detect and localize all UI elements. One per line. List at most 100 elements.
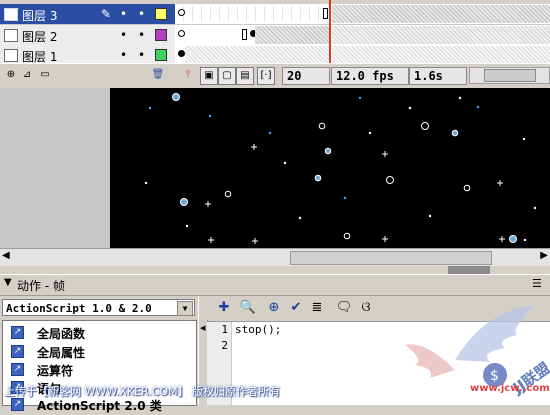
actions-panel-header[interactable]: ▼ 动作 - 帧 ☰ xyxy=(0,274,550,296)
star-dot xyxy=(523,238,527,242)
layer-color-swatch[interactable] xyxy=(155,29,167,41)
edit-multiple-icon[interactable]: ▤ xyxy=(236,67,254,85)
pencil-icon: ✎ xyxy=(101,7,112,21)
book-icon: ↗ xyxy=(11,398,24,411)
scroll-left-icon[interactable]: ◀ xyxy=(2,250,10,261)
scroll-right-icon[interactable]: ▶ xyxy=(540,250,548,261)
star-sparkle xyxy=(251,144,257,150)
star-dot xyxy=(268,131,272,135)
timeline-toolbar: ⊕ ⊿ ▭ 🗑 ⫯ ▣ ▢ ▤ [·] 20 12.0 fps 1.6s xyxy=(0,63,550,88)
layer-row-3[interactable]: 图层 3 ✎ • • xyxy=(0,4,175,25)
star-ring xyxy=(172,93,180,101)
layer-name: 图层 2 xyxy=(22,30,58,44)
toolbox-item[interactable]: ↗ 全局属性 xyxy=(7,342,192,362)
line-number: 1 xyxy=(221,323,228,336)
toolbox-item[interactable]: ↗ 运算符 xyxy=(7,360,192,380)
star-dot xyxy=(144,181,148,185)
timeline-panel: 图层 3 ✎ • • 图层 2 • • 图层 1 • • ⊕ ⊿ ▭ 🗑 ⫯ ▣… xyxy=(0,0,550,88)
star-ring xyxy=(421,122,429,130)
visibility-dot-icon[interactable]: • xyxy=(120,28,127,42)
keyframe-end[interactable] xyxy=(323,8,328,19)
upload-credit-text: 上传于【新客网 WWW.XKER.COM】 版权归原作者所有 xyxy=(4,385,281,398)
watermark-url: www.jcw..com xyxy=(470,383,550,394)
keyframe-empty[interactable] xyxy=(178,9,185,16)
keyframe-empty[interactable] xyxy=(178,30,185,37)
star-dot xyxy=(148,106,152,110)
lock-dot-icon[interactable]: • xyxy=(138,7,145,21)
visibility-dot-icon[interactable]: • xyxy=(120,48,127,62)
star-ring xyxy=(324,147,332,155)
star-ring xyxy=(451,129,459,137)
stage-horizontal-scrollbar[interactable]: ◀ ▶ xyxy=(0,248,550,267)
panel-splitter[interactable] xyxy=(0,266,550,274)
star-ring xyxy=(314,174,322,182)
book-icon: ↗ xyxy=(11,345,24,358)
star-ring xyxy=(386,176,394,184)
stage-stars xyxy=(144,93,537,244)
star-ring xyxy=(463,184,471,192)
star-ring xyxy=(343,232,351,240)
keyframe-end[interactable] xyxy=(242,29,247,40)
layer-row-2[interactable]: 图层 2 • • xyxy=(0,25,175,46)
star-dot xyxy=(208,114,212,118)
star-sparkle xyxy=(208,237,214,243)
star-dot xyxy=(283,161,287,165)
keyframe-filled[interactable] xyxy=(178,50,185,57)
star-dot xyxy=(522,137,526,141)
star-sparkle xyxy=(382,151,388,157)
chevron-down-icon[interactable]: ▼ xyxy=(177,301,193,316)
star-ring xyxy=(224,190,232,198)
modify-markers-icon[interactable]: [·] xyxy=(257,67,275,85)
star-sparkle xyxy=(497,180,503,186)
star-dot xyxy=(408,106,412,110)
onion-outline-icon[interactable]: ▢ xyxy=(218,67,236,85)
star-dot xyxy=(476,105,480,109)
star-dot xyxy=(533,206,537,210)
layer-3-frames[interactable] xyxy=(175,4,550,25)
layer-icon xyxy=(4,49,18,62)
layer-color-swatch[interactable] xyxy=(155,49,167,61)
book-icon: ↗ xyxy=(11,363,24,376)
star-sparkle xyxy=(499,236,505,242)
frame-rate-field: 12.0 fps xyxy=(331,67,409,85)
trash-icon[interactable]: 🗑 xyxy=(150,67,166,83)
layer-icon xyxy=(4,29,18,42)
elapsed-time-field: 1.6s xyxy=(409,67,467,85)
onion-skin-icon[interactable]: ▣ xyxy=(200,67,218,85)
lock-dot-icon[interactable]: • xyxy=(138,48,145,62)
stage-area xyxy=(0,88,550,248)
star-dot xyxy=(458,96,462,100)
star-sparkle xyxy=(205,201,211,207)
star-sparkle xyxy=(382,236,388,242)
insert-folder-icon[interactable]: ▭ xyxy=(37,67,53,83)
panel-menu-icon[interactable]: ☰ xyxy=(532,277,542,290)
collapse-arrow-icon[interactable]: ▼ xyxy=(4,277,12,288)
star-dot xyxy=(343,196,347,200)
add-guide-layer-icon[interactable]: ⊿ xyxy=(19,67,35,83)
star-ring xyxy=(509,235,517,243)
toolbox-item[interactable]: ↗ 全局函数 xyxy=(7,323,192,343)
current-frame-field: 20 xyxy=(282,67,330,85)
actionscript-version-select[interactable]: ActionScript 1.0 & 2.0 ▼ xyxy=(2,299,195,316)
add-item-icon[interactable]: ✚ xyxy=(215,299,233,317)
layer-icon xyxy=(4,8,18,21)
center-frame-icon[interactable]: ⫯ xyxy=(180,67,196,83)
star-sparkle xyxy=(252,238,258,244)
svg-text:$: $ xyxy=(490,368,499,384)
layer-2-frames[interactable] xyxy=(175,25,550,46)
book-icon: ↗ xyxy=(11,326,24,339)
star-dot xyxy=(368,131,372,135)
lock-dot-icon[interactable]: • xyxy=(138,28,145,42)
star-dot xyxy=(358,96,362,100)
actions-panel-title: 动作 - 帧 xyxy=(17,279,65,293)
layer-name: 图层 3 xyxy=(22,9,58,23)
timeline-scrollbar[interactable] xyxy=(469,67,550,84)
add-layer-icon[interactable]: ⊕ xyxy=(3,67,19,83)
star-ring xyxy=(318,122,326,130)
layer-color-swatch[interactable] xyxy=(155,8,167,20)
playhead[interactable] xyxy=(329,0,331,67)
stage-canvas[interactable] xyxy=(110,88,550,248)
line-number: 2 xyxy=(221,339,228,352)
visibility-dot-icon[interactable]: • xyxy=(120,7,127,21)
collapse-left-icon[interactable]: ◀ xyxy=(200,324,205,332)
